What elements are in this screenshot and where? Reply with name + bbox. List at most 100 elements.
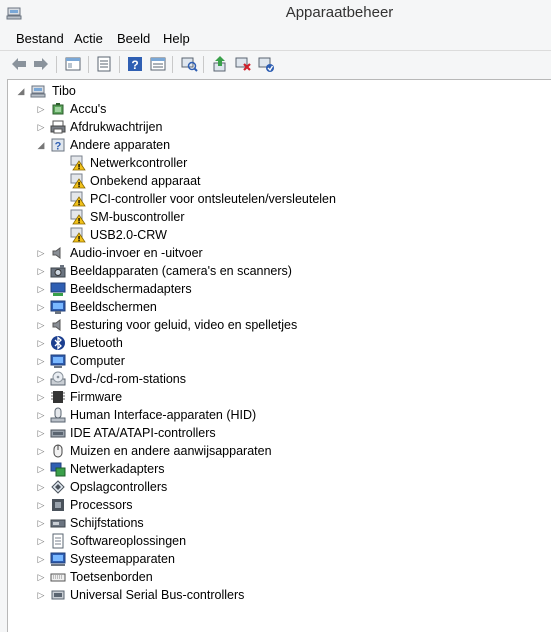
tree-category-item[interactable]: ▷ Systeemapparaten [36, 550, 528, 568]
unknown-device-icon: ? [50, 137, 66, 153]
tree-item-label: Opslagcontrollers [70, 480, 168, 494]
device-tree[interactable]: ◢ Tibo ▷ Accu's ▷ Afdrukwachtrijen ◢? Andere … [7, 79, 551, 632]
expand-arrow-icon[interactable]: ▷ [36, 118, 46, 136]
tree-category-item[interactable]: ▷ Computer [36, 352, 528, 370]
tree-category-item[interactable]: ◢? Andere apparaten [36, 136, 528, 154]
tree-category-item[interactable]: ▷ Opslagcontrollers [36, 478, 528, 496]
toolbar: ? [0, 50, 551, 77]
menu-bestand[interactable]: Bestand [16, 31, 64, 46]
warning-device-icon [70, 155, 86, 171]
tree-category-item[interactable]: ▷ Netwerkadapters [36, 460, 528, 478]
tree-child-item[interactable]: USB2.0-CRW [58, 226, 528, 244]
window-title: Apparaatbeheer [285, 4, 394, 21]
collapse-arrow-icon[interactable]: ◢ [16, 82, 26, 100]
tree-category-item[interactable]: ▷ Beeldapparaten (camera's en scanners) [36, 262, 528, 280]
warning-device-icon [70, 209, 86, 225]
forward-icon[interactable] [32, 55, 50, 73]
tree-child-item[interactable]: Onbekend apparaat [58, 172, 528, 190]
tree-item-label: Computer [70, 354, 125, 368]
enable-device-icon[interactable] [257, 55, 275, 73]
tree-category-item[interactable]: ▷ Afdrukwachtrijen [36, 118, 528, 136]
menu-actie[interactable]: Actie [74, 31, 103, 46]
keyboard-icon [50, 569, 66, 585]
warning-device-icon [70, 173, 86, 189]
tree-category-item[interactable]: ▷ Beeldschermen [36, 298, 528, 316]
tree-item-label: Systeemapparaten [70, 552, 175, 566]
expand-arrow-icon[interactable]: ▷ [36, 244, 46, 262]
expand-arrow-icon[interactable]: ▷ [36, 550, 46, 568]
tree-item-label: PCI-controller voor ontsleutelen/versleu… [90, 192, 336, 206]
expand-arrow-icon[interactable]: ▷ [36, 298, 46, 316]
collapse-arrow-icon[interactable]: ◢ [36, 136, 46, 154]
scan-hardware-icon[interactable] [180, 55, 198, 73]
tree-category-item[interactable]: ▷ Accu's [36, 100, 528, 118]
update-driver-icon[interactable] [211, 55, 229, 73]
speaker-icon [50, 317, 66, 333]
menu-help[interactable]: Help [163, 31, 190, 46]
tree-item-label: Processors [70, 498, 133, 512]
tree-child-item[interactable]: PCI-controller voor ontsleutelen/versleu… [58, 190, 528, 208]
expand-arrow-icon[interactable]: ▷ [36, 478, 46, 496]
expand-arrow-icon[interactable]: ▷ [36, 568, 46, 586]
expand-arrow-icon[interactable]: ▷ [36, 316, 46, 334]
expand-arrow-icon[interactable]: ▷ [36, 280, 46, 298]
network-adapter-icon [50, 461, 66, 477]
system-device-icon [50, 551, 66, 567]
expand-arrow-icon[interactable]: ▷ [36, 424, 46, 442]
expand-arrow-icon[interactable]: ▷ [36, 586, 46, 604]
tree-category-item[interactable]: ▷ Muizen en andere aanwijsapparaten [36, 442, 528, 460]
tree-item-label: Beeldapparaten (camera's en scanners) [70, 264, 292, 278]
display-adapter-icon [50, 281, 66, 297]
toolbar-separator [56, 56, 57, 73]
expand-arrow-icon[interactable]: ▷ [36, 370, 46, 388]
tree-category-item[interactable]: ▷ Toetsenborden [36, 568, 528, 586]
properties-view-icon[interactable] [64, 55, 82, 73]
expand-arrow-icon[interactable]: ▷ [36, 406, 46, 424]
tree-category-item[interactable]: ▷ Schijfstations [36, 514, 528, 532]
tree-category-item[interactable]: ▷ IDE ATA/ATAPI-controllers [36, 424, 528, 442]
expand-arrow-icon[interactable]: ▷ [36, 514, 46, 532]
tree-category-item[interactable]: ▷ Beeldschermadapters [36, 280, 528, 298]
hid-icon [50, 407, 66, 423]
warning-device-icon [70, 227, 86, 243]
toolbar-separator [172, 56, 173, 73]
tree-category-item[interactable]: ▷ Besturing voor geluid, video en spellet… [36, 316, 528, 334]
expand-arrow-icon[interactable]: ▷ [36, 388, 46, 406]
tree-category-item[interactable]: ▷ Processors [36, 496, 528, 514]
uninstall-icon[interactable] [234, 55, 252, 73]
expand-arrow-icon[interactable]: ▷ [36, 262, 46, 280]
tree-root-label: Tibo [52, 84, 76, 98]
help-icon[interactable]: ? [126, 55, 144, 73]
tree-category-item[interactable]: ▷ Firmware [36, 388, 528, 406]
svg-text:?: ? [55, 141, 62, 153]
tree-item-label: SM-buscontroller [90, 210, 185, 224]
tree-item-label: Universal Serial Bus-controllers [70, 588, 245, 602]
menu-beeld[interactable]: Beeld [117, 31, 150, 46]
tree-category-item[interactable]: ▷ Dvd-/cd-rom-stations [36, 370, 528, 388]
tree-item-label: Firmware [70, 390, 123, 404]
tree-child-item[interactable]: Netwerkcontroller [58, 154, 528, 172]
expand-arrow-icon[interactable]: ▷ [36, 532, 46, 550]
window-view-icon[interactable] [149, 55, 167, 73]
tree-child-item[interactable]: SM-buscontroller [58, 208, 528, 226]
tree-category-item[interactable]: ▷ Softwareoplossingen [36, 532, 528, 550]
tree-category-item[interactable]: ▷ Human Interface-apparaten (HID) [36, 406, 528, 424]
expand-arrow-icon[interactable]: ▷ [36, 334, 46, 352]
tree-category-item[interactable]: ▷ Bluetooth [36, 334, 528, 352]
expand-arrow-icon[interactable]: ▷ [36, 100, 46, 118]
tree-category-item[interactable]: ▷ Audio-invoer en -uitvoer [36, 244, 528, 262]
back-icon[interactable] [10, 55, 28, 73]
tree-category-item[interactable]: ▷ Universal Serial Bus-controllers [36, 586, 528, 604]
expand-arrow-icon[interactable]: ▷ [36, 352, 46, 370]
tree-item-label: Accu's [70, 102, 107, 116]
title-bar: Apparaatbeheer [0, 0, 551, 28]
list-icon[interactable] [95, 55, 113, 73]
tree-item-label: Softwareoplossingen [70, 534, 187, 548]
tree-item-label: IDE ATA/ATAPI-controllers [70, 426, 216, 440]
disk-drive-icon [50, 515, 66, 531]
expand-arrow-icon[interactable]: ▷ [36, 496, 46, 514]
expand-arrow-icon[interactable]: ▷ [36, 442, 46, 460]
tree-item-label: Afdrukwachtrijen [70, 120, 163, 134]
expand-arrow-icon[interactable]: ▷ [36, 460, 46, 478]
tree-root[interactable]: ◢ Tibo [16, 82, 136, 100]
